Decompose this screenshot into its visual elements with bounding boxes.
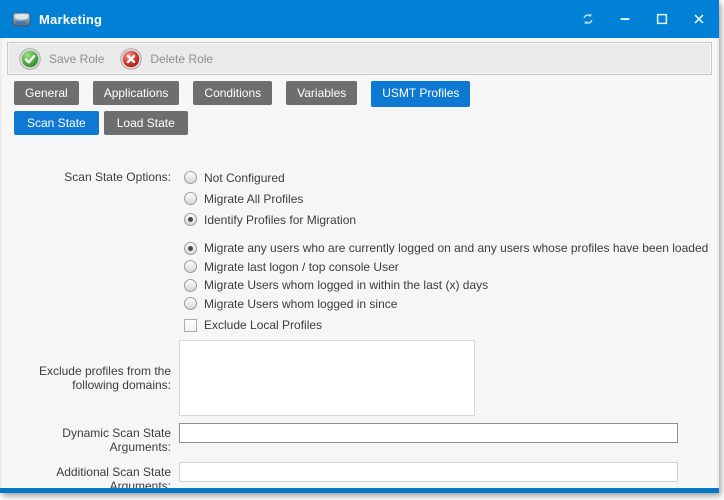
save-check-icon (19, 48, 41, 70)
radio-label: Migrate any users who are currently logg… (204, 241, 708, 255)
radio-icon (184, 279, 197, 292)
main-tab-bar: General Applications Conditions Variables US… (14, 81, 717, 107)
radio-label: Migrate Users whom logged in within the … (204, 278, 488, 292)
scan-state-form: Scan State Options: Not Configured Migrat… (2, 167, 717, 488)
app-icon (12, 11, 32, 28)
tab-usmt-profiles[interactable]: USMT Profiles (371, 81, 470, 107)
tab-conditions[interactable]: Conditions (193, 81, 272, 105)
delete-x-icon (120, 48, 142, 70)
radio-icon (184, 171, 197, 184)
checkbox-icon (184, 319, 197, 332)
delete-role-label: Delete Role (150, 52, 213, 66)
close-button[interactable] (691, 11, 707, 27)
radio-icon (184, 192, 197, 205)
title-bar: Marketing (0, 0, 719, 38)
tab-general[interactable]: General (14, 81, 79, 105)
radio-migrate-any-users-who-are-currently-logged-on-and-any-users-whose-profiles-have-been-loaded[interactable]: Migrate any users who are currently logg… (184, 239, 708, 258)
radio-not-configured[interactable]: Not Configured (184, 167, 356, 188)
exclude-domains-label: Exclude profiles from the following doma… (14, 364, 179, 392)
radio-migrate-users-whom-logged-in-since[interactable]: Migrate Users whom logged in since (184, 295, 708, 314)
refresh-button[interactable] (580, 11, 596, 27)
additional-scan-state-arguments-input[interactable] (179, 462, 678, 482)
sub-tab-bar: Scan StateLoad State (14, 111, 717, 135)
minimize-button[interactable] (617, 11, 633, 27)
radio-identify-profiles-for-migration[interactable]: Identify Profiles for Migration (184, 209, 356, 230)
save-role-label: Save Role (49, 52, 104, 66)
exclude-domains-textarea[interactable] (179, 340, 475, 416)
subtab-load-state[interactable]: Load State (104, 111, 188, 135)
minimize-icon (618, 12, 632, 26)
refresh-icon (581, 12, 595, 26)
radio-migrate-last-logon-top-console-user[interactable]: Migrate last logon / top console User (184, 258, 708, 277)
dialog-window: Marketing (0, 0, 719, 493)
migration-options-group: Migrate any users who are currently logg… (184, 239, 708, 313)
checkbox-label: Exclude Local Profiles (204, 318, 322, 332)
radio-label: Not Configured (204, 171, 285, 185)
tab-variables[interactable]: Variables (286, 81, 357, 105)
dynamic-args-label: Dynamic Scan State Arguments: (14, 423, 179, 454)
scan-state-options-label: Scan State Options: (14, 167, 179, 184)
window-title: Marketing (39, 12, 102, 27)
radio-label: Identify Profiles for Migration (204, 213, 356, 227)
close-icon (692, 12, 706, 26)
exclude-local-profiles-checkbox[interactable]: Exclude Local Profiles (184, 316, 708, 334)
save-role-button[interactable]: Save Role (13, 45, 114, 73)
radio-migrate-all-profiles[interactable]: Migrate All Profiles (184, 188, 356, 209)
maximize-icon (655, 12, 669, 26)
radio-label: Migrate last logon / top console User (204, 260, 399, 274)
delete-role-button[interactable]: Delete Role (114, 45, 223, 73)
toolbar: Save Role Delete Role (7, 42, 712, 75)
additional-args-label: Additional Scan State Arguments: (14, 462, 179, 488)
window-bottom-edge (0, 488, 719, 493)
radio-icon (184, 242, 197, 255)
window-body: Save Role Delete Role General Application… (0, 38, 719, 488)
radio-migrate-users-whom-logged-in-within-the-last-x-days[interactable]: Migrate Users whom logged in within the … (184, 276, 708, 295)
tab-applications[interactable]: Applications (93, 81, 180, 105)
radio-icon (184, 297, 197, 310)
radio-icon (184, 260, 197, 273)
scan-state-options-group: Not Configured Migrate All Profiles Identi… (184, 167, 356, 230)
radio-icon (184, 213, 197, 226)
dynamic-scan-state-arguments-input[interactable] (179, 423, 678, 443)
radio-label: Migrate All Profiles (204, 192, 303, 206)
radio-label: Migrate Users whom logged in since (204, 297, 397, 311)
maximize-button[interactable] (654, 11, 670, 27)
subtab-scan-state[interactable]: Scan State (14, 111, 99, 135)
